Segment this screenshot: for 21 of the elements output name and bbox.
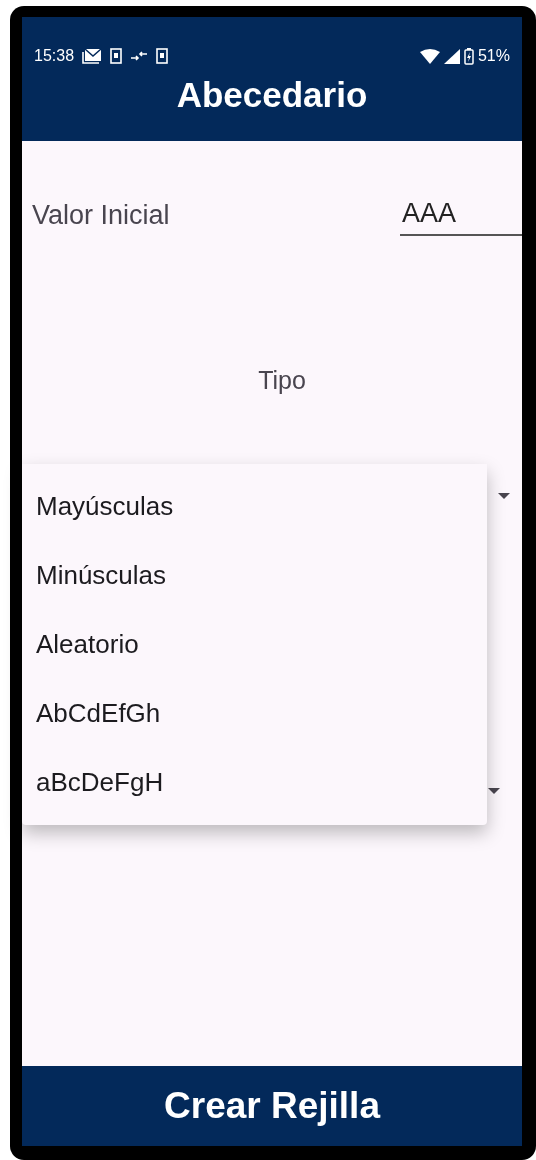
battery-percentage: 51% <box>477 46 510 66</box>
create-grid-button[interactable]: Crear Rejilla <box>22 1066 522 1146</box>
menu-option[interactable]: aBcDeFgH <box>22 748 487 817</box>
menu-option[interactable]: Minúsculas <box>22 541 487 610</box>
battery-charging-icon <box>463 47 474 65</box>
dropdown-arrow-icon[interactable] <box>498 493 510 499</box>
signal-icon <box>443 48 460 64</box>
wifi-icon <box>419 48 440 64</box>
sim-card-icon <box>156 48 169 64</box>
dropdown-arrow-icon[interactable] <box>488 788 500 794</box>
input-field[interactable]: AAA <box>400 193 522 236</box>
menu-option[interactable]: AbCdEfGh <box>22 679 487 748</box>
menu-option[interactable]: Aleatorio <box>22 610 487 679</box>
field-label: Valor Inicial <box>32 199 170 232</box>
mail-icon <box>82 48 103 64</box>
transfer-arrows-icon <box>130 50 149 62</box>
status-time: 15:38 <box>34 46 75 66</box>
app-title: Abecedario <box>176 75 368 114</box>
type-label: Tipo <box>258 365 306 394</box>
sim-card-icon <box>110 48 123 64</box>
menu-option[interactable]: Mayúsculas <box>22 472 487 541</box>
